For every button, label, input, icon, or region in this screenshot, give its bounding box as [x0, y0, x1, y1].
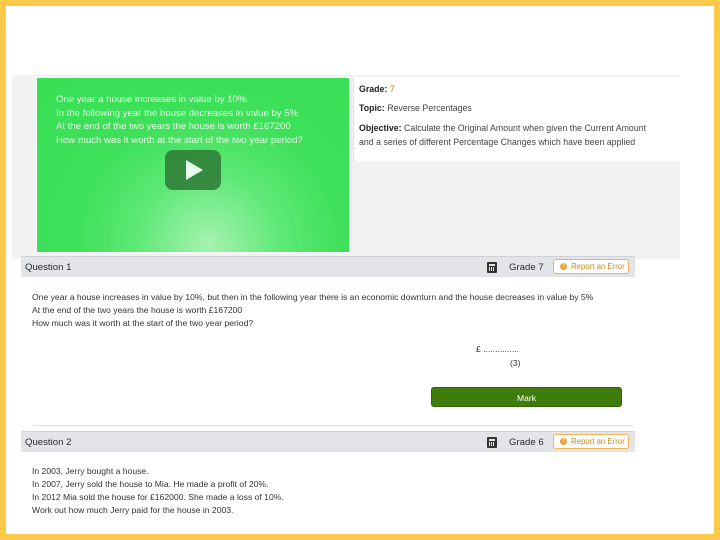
- question-line: At the end of the two years the house is…: [32, 305, 243, 315]
- mark-button[interactable]: Mark: [431, 387, 622, 407]
- grade-value: 7: [389, 84, 395, 94]
- video-line: In the following year the house decrease…: [56, 107, 299, 119]
- video-player[interactable]: One year a house increases in value by 1…: [36, 77, 350, 253]
- topic-label: Topic:: [359, 103, 385, 113]
- grade-row: Grade: 7: [359, 84, 395, 95]
- play-icon: [186, 160, 203, 180]
- lesson-info: Grade: 7 Topic: Reverse Percentages Obje…: [353, 77, 681, 161]
- question-line: One year a house increases in value by 1…: [32, 292, 594, 302]
- question-line: In 2003, Jerry bought a house.: [32, 466, 149, 476]
- question-line: Work out how much Jerry paid for the hou…: [32, 505, 234, 515]
- objective-row: Objective: Calculate the Original Amount…: [359, 123, 646, 134]
- question-header: Question 2 Grade 6 ! Report an Error: [21, 431, 635, 452]
- objective-label: Objective:: [359, 123, 402, 133]
- divider: [33, 425, 633, 426]
- video-question-text: One year a house increases in value by 1…: [56, 93, 346, 147]
- objective-row-2: and a series of different Percentage Cha…: [359, 137, 635, 148]
- calculator-icon: [487, 262, 497, 273]
- question-text: In 2003, Jerry bought a house. In 2007, …: [32, 465, 646, 517]
- question-title: Question 2: [25, 437, 72, 448]
- grade-label: Grade:: [359, 84, 388, 94]
- topic-value: Reverse Percentages: [387, 103, 472, 113]
- report-error-button[interactable]: ! Report an Error: [553, 259, 629, 274]
- calculator-icon: [487, 437, 497, 448]
- report-error-label: Report an Error: [571, 262, 625, 271]
- objective-value: Calculate the Original Amount when given…: [404, 123, 647, 133]
- question-line: In 2012 Mia sold the house for £162000. …: [32, 492, 284, 502]
- question-line: How much was it worth at the start of th…: [32, 318, 254, 328]
- objective-value-cont: and a series of different Percentage Cha…: [359, 137, 636, 147]
- question-grade: Grade 6: [509, 437, 544, 448]
- play-button[interactable]: [165, 150, 221, 190]
- question-header: Question 1 Grade 7 ! Report an Error: [21, 256, 635, 277]
- lesson-panel: One year a house increases in value by 1…: [12, 75, 681, 259]
- report-error-label: Report an Error: [571, 437, 625, 446]
- question-title: Question 1: [25, 262, 72, 273]
- video-line: How much was it worth at the start of th…: [56, 134, 303, 146]
- topic-row: Topic: Reverse Percentages: [359, 103, 472, 114]
- question-text: One year a house increases in value by 1…: [32, 291, 646, 330]
- question-line: In 2007, Jerry sold the house to Mia. He…: [32, 479, 269, 489]
- warning-icon: !: [560, 263, 567, 270]
- question-grade: Grade 7: [509, 262, 544, 273]
- report-error-button[interactable]: ! Report an Error: [553, 434, 629, 449]
- video-line: At the end of the two years the house is…: [56, 121, 291, 132]
- marks-label: (3): [510, 358, 521, 368]
- answer-field[interactable]: £ ...............: [476, 344, 519, 354]
- warning-icon: !: [560, 438, 567, 445]
- video-line: One year a house increases in value by 1…: [56, 94, 250, 105]
